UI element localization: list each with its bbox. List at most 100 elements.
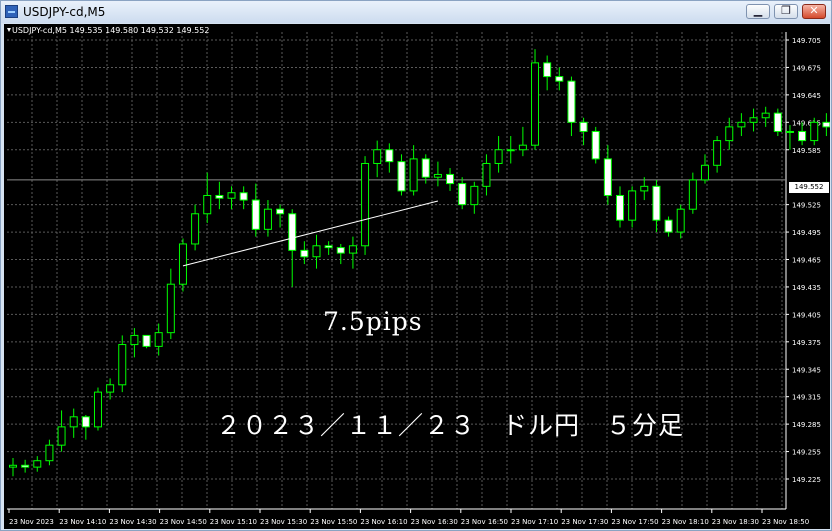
bull-candle (154, 332, 163, 347)
pips-annotation: 7.5pips (323, 307, 423, 336)
title-bar[interactable]: USDJPY-cd,M5 ▁ ❐ ✕ (1, 1, 831, 23)
bull-candle (373, 149, 382, 164)
bear-candle (458, 183, 467, 206)
bear-candle (567, 80, 576, 123)
bear-candle (324, 245, 333, 249)
bear-candle (446, 173, 455, 185)
bear-candle (652, 185, 661, 221)
close-button[interactable]: ✕ (802, 4, 826, 19)
price-chart[interactable]: 149.705 149.675 149.645 149.615 149.585 149.5… (4, 24, 830, 529)
price-tick-label: 149.285 (792, 421, 821, 429)
bear-candle (773, 112, 782, 132)
time-tick-label: 23 Nov 2023 (9, 518, 54, 526)
bull-candle (700, 164, 709, 181)
bull-candle (227, 192, 236, 199)
bull-candle (203, 194, 212, 215)
time-tick-label: 23 Nov 18:50 (762, 518, 809, 526)
price-tick-label: 149.345 (792, 366, 821, 374)
price-tick-label: 149.405 (792, 311, 821, 319)
bull-candle (33, 460, 42, 468)
bull-candle (9, 464, 17, 468)
bear-candle (215, 194, 224, 199)
chart-header: USDJPY-cd,M5 149.535 149.580 149.532 149… (12, 26, 210, 35)
bull-candle (640, 185, 649, 192)
restore-button[interactable]: ❐ (774, 4, 798, 19)
price-tick-label: 149.705 (792, 37, 821, 45)
price-tick-label: 149.255 (792, 449, 821, 457)
bear-candle (421, 158, 430, 178)
time-tick-label: 23 Nov 17:30 (561, 518, 608, 526)
time-tick-label: 23 Nov 18:10 (662, 518, 709, 526)
bear-candle (300, 249, 309, 258)
bull-candle (93, 391, 102, 428)
current-price-label: 149.552 (789, 182, 829, 193)
bear-candle (603, 158, 612, 196)
bull-candle (106, 384, 115, 393)
time-tick-label: 23 Nov 14:10 (59, 518, 106, 526)
bull-candle (57, 426, 66, 446)
bull-candle (518, 144, 527, 151)
time-tick-label: 23 Nov 17:10 (511, 518, 558, 526)
bear-candle (288, 213, 297, 251)
bull-candle (178, 243, 187, 285)
bear-candle (81, 416, 90, 428)
price-tick-label: 149.495 (792, 229, 821, 237)
bull-candle (737, 121, 746, 128)
bear-candle (543, 62, 552, 78)
price-tick-label: 149.675 (792, 64, 821, 72)
bear-candle (616, 194, 624, 221)
bull-candle (166, 283, 175, 334)
time-tick-label: 23 Nov 16:30 (411, 518, 458, 526)
bull-candle (263, 208, 272, 230)
minimize-button[interactable]: ▁ (746, 4, 770, 19)
bear-candle (579, 121, 588, 132)
bull-candle (45, 444, 54, 462)
minimize-icon: ▁ (753, 4, 763, 17)
time-tick-label: 23 Nov 15:10 (210, 518, 257, 526)
bull-candle (470, 185, 479, 206)
time-tick-label: 23 Nov 18:30 (712, 518, 759, 526)
restore-icon: ❐ (781, 4, 791, 17)
bear-candle (822, 121, 830, 128)
window-title: USDJPY-cd,M5 (23, 5, 106, 19)
bear-candle (798, 130, 807, 142)
bull-candle (688, 179, 697, 210)
bear-candle (385, 149, 394, 163)
bear-candle (336, 247, 345, 254)
price-tick-label: 149.375 (792, 339, 821, 347)
bull-candle (676, 208, 685, 233)
price-tick-label: 149.645 (792, 92, 821, 100)
bear-candle (664, 219, 673, 233)
bull-candle (348, 245, 357, 254)
candlestick-chart: 149.705149.675149.645149.615149.585149.5… (7, 28, 830, 526)
bull-candle (810, 121, 819, 142)
time-tick-label: 23 Nov 16:50 (461, 518, 508, 526)
bear-candle (142, 334, 151, 347)
bear-candle (276, 208, 285, 215)
bull-candle (361, 162, 370, 247)
time-tick-label: 23 Nov 17:50 (611, 518, 658, 526)
price-tick-label: 149.585 (792, 147, 821, 155)
bull-candle (312, 245, 321, 258)
close-icon: ✕ (809, 4, 819, 17)
bull-candle (494, 149, 503, 164)
bull-candle (482, 162, 491, 187)
bear-candle (251, 199, 260, 230)
price-tick-label: 149.315 (792, 394, 821, 402)
bull-candle (531, 62, 540, 146)
bull-candle (785, 130, 794, 133)
bear-candle (397, 161, 406, 192)
bull-candle (713, 140, 722, 166)
price-tick-label: 149.465 (792, 257, 821, 265)
bull-candle (749, 117, 758, 123)
trend-line (182, 200, 439, 267)
bear-candle (21, 464, 30, 468)
bear-candle (591, 130, 600, 160)
bull-candle (69, 416, 78, 428)
bull-candle (118, 344, 127, 386)
bull-candle (409, 158, 418, 192)
price-tick-label: 149.225 (792, 476, 821, 484)
symbol-dropdown-icon (7, 28, 11, 32)
date-caption: ２０２３／１１／２３ ドル円 ５分足 (216, 411, 685, 440)
price-tick-label: 149.525 (792, 202, 821, 210)
